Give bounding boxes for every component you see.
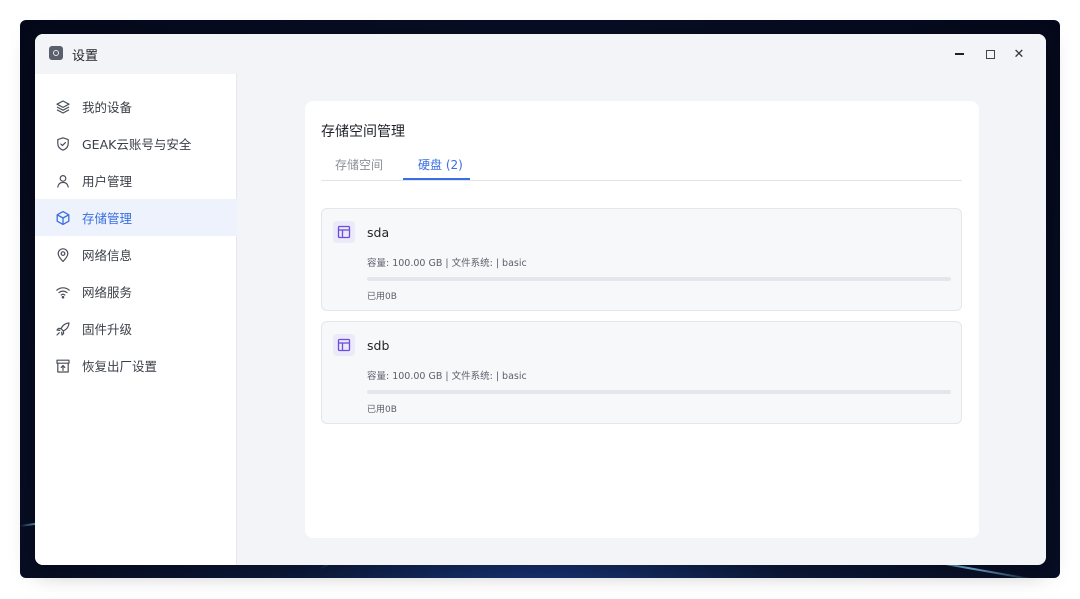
sidebar-item-storage-management[interactable]: 存储管理 bbox=[35, 199, 237, 236]
location-pin-icon bbox=[55, 247, 71, 263]
sidebar-item-label: 固件升级 bbox=[82, 322, 133, 337]
user-icon bbox=[55, 173, 71, 189]
maximize-button[interactable] bbox=[980, 44, 1000, 64]
tab-storage-space[interactable]: 存储空间 bbox=[335, 156, 383, 181]
storage-panel: 存储空间管理 存储空间 硬盘 (2) sda 容量: 100.00 GB | 文… bbox=[305, 101, 979, 538]
sidebar-item-label: 网络信息 bbox=[82, 248, 133, 263]
disk-layout-icon bbox=[333, 221, 355, 243]
sidebar-item-geak-account[interactable]: GEAK云账号与安全 bbox=[35, 125, 237, 162]
window-title: 设置 bbox=[72, 49, 99, 64]
minimize-icon bbox=[954, 53, 964, 55]
layers-icon bbox=[55, 99, 71, 115]
sidebar-item-label: 网络服务 bbox=[82, 285, 133, 300]
disk-name: sda bbox=[367, 225, 390, 240]
wifi-icon bbox=[55, 284, 71, 300]
disk-layout-icon bbox=[333, 334, 355, 356]
sidebar: 我的设备 GEAK云账号与安全 用户管理 存储管理 网络信息 网络服务 固件升级… bbox=[35, 74, 237, 565]
disk-used-label: 已用0B bbox=[367, 292, 397, 302]
disk-name: sdb bbox=[367, 338, 390, 353]
sidebar-item-firmware-upgrade[interactable]: 固件升级 bbox=[35, 310, 237, 347]
cube-icon bbox=[55, 210, 71, 226]
close-icon: ✕ bbox=[1013, 46, 1025, 62]
sidebar-item-network-services[interactable]: 网络服务 bbox=[35, 273, 237, 310]
sidebar-item-network-info[interactable]: 网络信息 bbox=[35, 236, 237, 273]
sidebar-item-my-devices[interactable]: 我的设备 bbox=[35, 88, 237, 125]
disk-card-sdb[interactable]: sdb 容量: 100.00 GB | 文件系统: | basic 已用0B bbox=[321, 321, 962, 424]
sidebar-item-user-management[interactable]: 用户管理 bbox=[35, 162, 237, 199]
shield-check-icon bbox=[55, 136, 71, 152]
disk-usage-bar bbox=[367, 390, 951, 394]
disk-info: 容量: 100.00 GB | 文件系统: | basic bbox=[367, 371, 527, 382]
disk-usage-bar bbox=[367, 277, 951, 281]
factory-reset-icon bbox=[55, 358, 71, 374]
settings-app-icon bbox=[49, 46, 63, 60]
active-tab-indicator bbox=[403, 178, 470, 180]
maximize-icon bbox=[985, 49, 995, 59]
tab-bar: 存储空间 硬盘 (2) bbox=[321, 154, 962, 181]
disk-used-label: 已用0B bbox=[367, 405, 397, 415]
minimize-button[interactable] bbox=[949, 44, 969, 64]
rocket-icon bbox=[55, 321, 71, 337]
close-button[interactable]: ✕ bbox=[1009, 44, 1029, 64]
sidebar-item-label: 用户管理 bbox=[82, 174, 133, 189]
sidebar-item-label: 我的设备 bbox=[82, 100, 133, 115]
disk-info: 容量: 100.00 GB | 文件系统: | basic bbox=[367, 258, 527, 269]
sidebar-item-label: GEAK云账号与安全 bbox=[82, 137, 192, 152]
sidebar-item-label: 恢复出厂设置 bbox=[82, 359, 158, 374]
title-bar[interactable]: 设置 ✕ bbox=[35, 34, 1046, 74]
sidebar-item-factory-reset[interactable]: 恢复出厂设置 bbox=[35, 347, 237, 384]
page-title: 存储空间管理 bbox=[321, 124, 405, 140]
settings-window: 设置 ✕ 我的设备 GEAK云账号与安全 用户管理 存储管理 网络信息 网络服务… bbox=[35, 34, 1046, 565]
sidebar-item-label: 存储管理 bbox=[82, 211, 133, 226]
disk-card-sda[interactable]: sda 容量: 100.00 GB | 文件系统: | basic 已用0B bbox=[321, 208, 962, 311]
